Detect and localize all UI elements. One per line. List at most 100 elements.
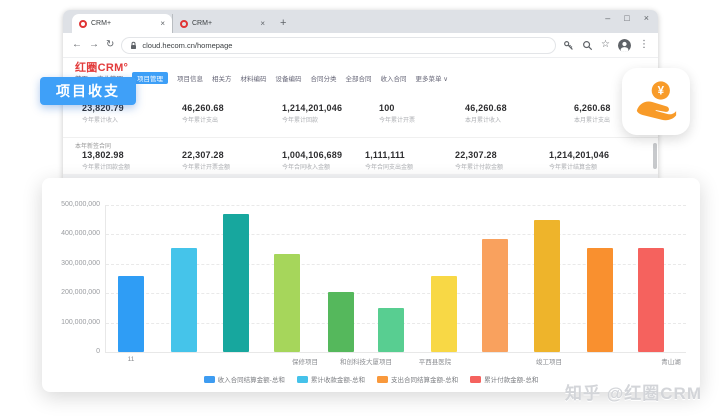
section-title: 本年新签合同 <box>75 141 111 150</box>
stat-value: 22,307.28 <box>182 150 230 160</box>
stat-column: 1,214,201,046 今年累计回款 <box>282 103 342 124</box>
profile-avatar[interactable] <box>618 39 631 52</box>
chart-bar[interactable] <box>328 292 354 352</box>
close-button[interactable]: × <box>644 13 649 23</box>
stat-value: 13,802.98 <box>82 150 130 160</box>
stat-column: 46,260.68 今年累计支出 <box>182 103 224 124</box>
legend-item[interactable]: 累计收款金额-总和 <box>297 374 365 384</box>
stat-value: 1,214,201,046 <box>549 150 609 160</box>
y-axis-label: 400,000,000 <box>44 230 100 237</box>
crm-favicon-icon <box>180 20 188 28</box>
zhihu-watermark: 知乎 @红圈CRM <box>565 379 702 404</box>
chart-bar[interactable] <box>534 220 560 352</box>
tab-title: CRM+ <box>192 20 256 27</box>
stat-value: 1,111,111 <box>365 150 413 160</box>
stat-value: 22,307.28 <box>455 150 503 160</box>
stat-column: 1,111,111 今年合同支出金额 <box>365 150 413 171</box>
tab-close-icon[interactable]: × <box>260 19 265 28</box>
stat-value: 1,004,106,689 <box>282 150 342 160</box>
stat-column: 13,802.98今年累计回款金额 <box>82 150 130 171</box>
stat-label: 今年合同支出金额 <box>365 162 413 171</box>
chart-bar[interactable] <box>171 248 197 352</box>
crm-nav-item[interactable]: 项目信息 <box>177 73 203 83</box>
legend-swatch <box>470 376 481 383</box>
chart-bar[interactable] <box>638 248 664 352</box>
stat-column: 22,307.28 今年累计付款金额 <box>455 150 503 171</box>
stat-value: 100 <box>379 103 415 113</box>
browser-window: CRM+ × CRM+ × + – □ × ← → ↻ <box>63 10 658 182</box>
income-hand-icon-card: ¥ <box>622 68 690 135</box>
y-axis-label: 500,000,000 <box>44 201 100 208</box>
crm-nav-item[interactable]: 更多菜单 ∨ <box>416 73 449 83</box>
stat-column: 46,260.68本月累计收入 <box>465 103 507 124</box>
chart-bar[interactable] <box>378 308 404 352</box>
legend-label: 支出合同结算金额-总和 <box>391 374 458 384</box>
chart-bar[interactable] <box>223 214 249 352</box>
crm-nav-item[interactable]: 设备编码 <box>276 73 302 83</box>
maximize-button[interactable]: □ <box>624 13 629 23</box>
y-axis-label: 0 <box>44 348 100 355</box>
plot-area: 500,000,000400,000,000300,000,000200,000… <box>105 205 686 353</box>
scrollbar-thumb[interactable] <box>653 143 657 169</box>
stat-value: 1,214,201,046 <box>282 103 342 113</box>
x-axis-label: 平西县医院 <box>390 356 480 366</box>
legend-swatch <box>377 376 388 383</box>
browser-tab-active[interactable]: CRM+ × <box>72 14 172 33</box>
new-tab-button[interactable]: + <box>280 17 286 29</box>
stat-label: 今年累计开票 <box>379 115 415 124</box>
stat-label: 今年累计回款 <box>282 115 342 124</box>
crm-nav-item[interactable]: 全部合同 <box>346 73 372 83</box>
tab-title: CRM+ <box>91 20 156 27</box>
crm-nav-item[interactable]: 收入合同 <box>381 73 407 83</box>
legend-swatch <box>297 376 308 383</box>
tab-close-icon[interactable]: × <box>160 19 165 28</box>
project-income-expense-callout: 项目收支 <box>40 77 136 105</box>
legend-item[interactable]: 累计付款金额-总和 <box>470 374 538 384</box>
legend-label: 累计付款金额-总和 <box>484 374 538 384</box>
url-field[interactable]: cloud.hecom.cn/homepage <box>121 37 556 54</box>
crm-nav-item[interactable]: 材料编码 <box>241 73 267 83</box>
hand-coin-icon: ¥ <box>633 79 679 125</box>
back-button[interactable]: ← <box>72 40 82 50</box>
stat-column: 1,214,201,046 今年累计结算金额 <box>549 150 609 171</box>
chart-bar[interactable] <box>274 254 300 352</box>
legend-swatch <box>204 376 215 383</box>
address-bar: ← → ↻ cloud.hecom.cn/homepage ☆ <box>63 33 658 58</box>
crm-page-content: 红圈CRM° 首页事业管理项目管理项目信息相关方材料编码设备编码合同分类全部合同… <box>63 58 658 183</box>
crm-nav-item[interactable]: 项目管理 <box>132 72 168 84</box>
legend-label: 收入合同结算金额-总和 <box>218 374 285 384</box>
stat-label: 今年累计开票金额 <box>182 162 230 171</box>
crm-nav-item[interactable]: 相关方 <box>212 73 232 83</box>
chart-bar[interactable] <box>118 276 144 352</box>
stats-row-2: 13,802.98今年累计回款金额 22,307.28 今年累计开票金额 1,004,… <box>75 150 648 176</box>
key-icon[interactable] <box>563 40 574 51</box>
refresh-button[interactable]: ↻ <box>106 40 114 50</box>
stat-label: 今年累计结算金额 <box>549 162 609 171</box>
chart-bar[interactable] <box>587 248 613 352</box>
stat-column: 22,307.28 今年累计开票金额 <box>182 150 230 171</box>
lock-icon[interactable] <box>130 41 137 50</box>
crm-nav-item[interactable]: 合同分类 <box>311 73 337 83</box>
chart-bar[interactable] <box>431 276 457 352</box>
gridline <box>106 234 686 235</box>
chart-card: 500,000,000400,000,000300,000,000200,000… <box>42 178 700 392</box>
x-axis-label: 青山湖 <box>626 356 716 366</box>
legend-item[interactable]: 收入合同结算金额-总和 <box>204 374 285 384</box>
stat-label: 本月累计支出 <box>574 115 611 124</box>
forward-button[interactable]: → <box>89 40 99 50</box>
legend-item[interactable]: 支出合同结算金额-总和 <box>377 374 458 384</box>
browser-tab-inactive[interactable]: CRM+ × <box>172 14 272 33</box>
bookmark-star-icon[interactable]: ☆ <box>601 40 610 50</box>
browser-menu-icon[interactable]: ⋮ <box>639 40 649 50</box>
stat-label: 今年累计付款金额 <box>455 162 503 171</box>
stat-label: 今年累计支出 <box>182 115 224 124</box>
yuan-symbol: ¥ <box>658 85 665 97</box>
stat-column: 100 今年累计开票 <box>379 103 415 124</box>
legend-label: 累计收款金额-总和 <box>311 374 365 384</box>
stat-column: 1,004,106,689今年合同收入金额 <box>282 150 342 171</box>
stat-value: 46,260.68 <box>182 103 224 113</box>
minimize-button[interactable]: – <box>605 13 610 23</box>
chart-bar[interactable] <box>482 239 508 352</box>
x-axis-label: 11 <box>86 356 176 363</box>
search-icon[interactable] <box>582 40 593 51</box>
